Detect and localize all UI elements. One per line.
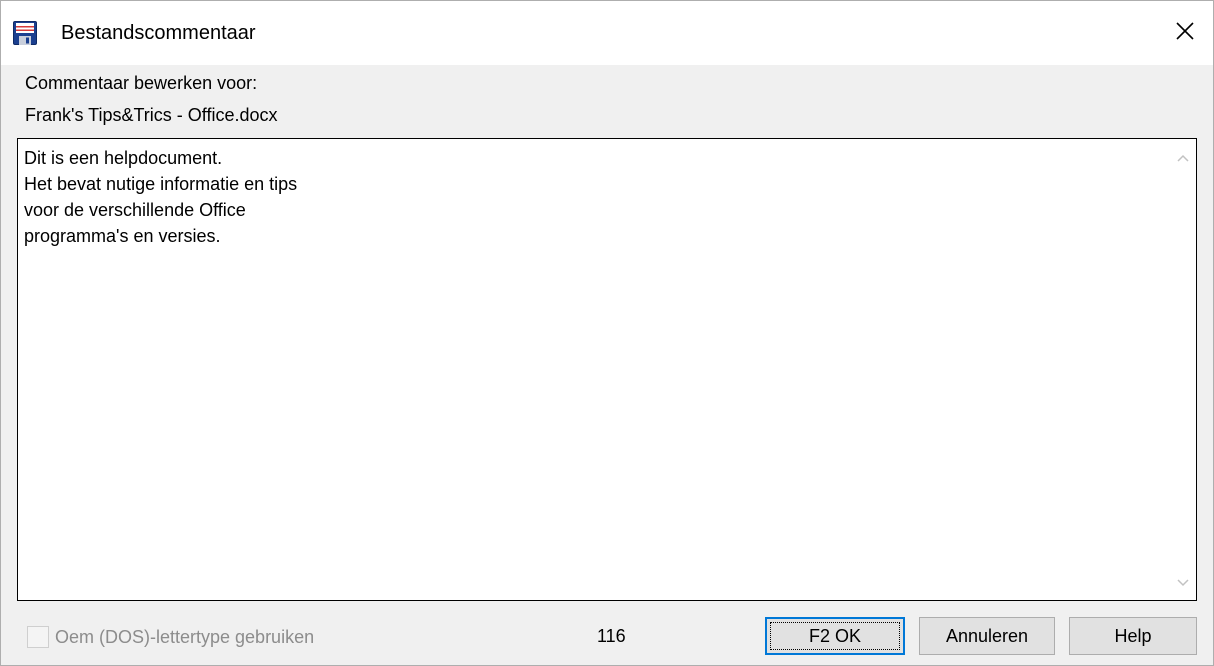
cancel-button[interactable]: Annuleren [919, 617, 1055, 655]
window-title: Bestandscommentaar [61, 22, 256, 44]
focus-rectangle [770, 622, 900, 650]
vertical-scrollbar[interactable] [1170, 139, 1196, 600]
cancel-button-label: Annuleren [945, 625, 1029, 646]
character-count: 116 [597, 626, 626, 646]
file-comment-dialog: Bestandscommentaar Commentaar bewerken v… [0, 0, 1214, 666]
title-bar: Bestandscommentaar [1, 1, 1213, 65]
help-button[interactable]: Help [1069, 617, 1197, 655]
ok-button[interactable]: F2 OK [765, 617, 905, 655]
oem-font-checkbox-label: Oem (DOS)-lettertype gebruiken [55, 626, 315, 647]
oem-font-option[interactable]: Oem (DOS)-lettertype gebruiken [27, 623, 314, 651]
close-button[interactable] [1157, 1, 1213, 65]
chevron-down-icon [1177, 574, 1189, 592]
filename-label: Frank's Tips&Trics - Office.docx [25, 105, 278, 125]
close-icon [1176, 21, 1194, 45]
scroll-up-button[interactable] [1170, 145, 1196, 171]
scroll-down-button[interactable] [1170, 570, 1196, 596]
oem-font-checkbox[interactable] [27, 626, 49, 648]
comment-text[interactable]: Dit is een helpdocument. Het bevat nutig… [24, 145, 1164, 594]
help-button-label: Help [1114, 625, 1152, 646]
floppy-disk-icon [13, 21, 37, 45]
chevron-up-icon [1177, 149, 1189, 167]
comment-textarea[interactable]: Dit is een helpdocument. Het bevat nutig… [17, 138, 1197, 601]
edit-comment-label: Commentaar bewerken voor: [25, 73, 258, 93]
